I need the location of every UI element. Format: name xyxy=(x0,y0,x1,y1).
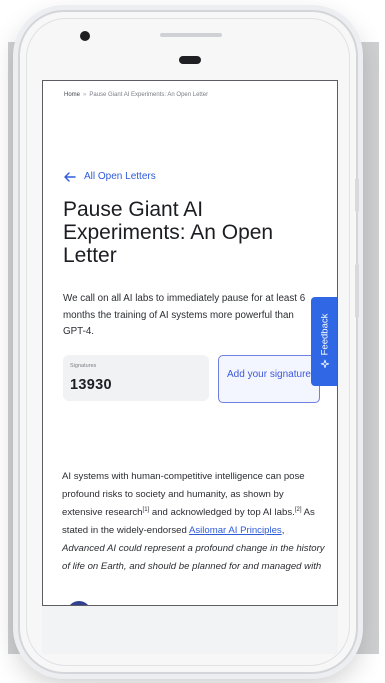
all-open-letters-link[interactable]: All Open Letters xyxy=(64,171,156,182)
body-text-segment: and acknowledged by top AI labs. xyxy=(149,507,295,518)
asilomar-quote: Advanced AI could represent a profound c… xyxy=(62,543,325,572)
phone-screen[interactable]: Home» Pause Giant AI Experiments: An Open… xyxy=(42,80,338,606)
sparkle-icon xyxy=(320,359,330,369)
breadcrumb-home-link[interactable]: Home xyxy=(64,92,80,98)
asilomar-principles-link[interactable]: Asilomar AI Principles xyxy=(189,525,282,536)
breadcrumb: Home» Pause Giant AI Experiments: An Open… xyxy=(64,92,208,98)
phone-volume-button xyxy=(355,264,359,318)
feedback-tab-content: Feedback xyxy=(320,314,331,369)
proximity-sensor xyxy=(179,56,201,64)
page-title: Pause Giant AI Experiments: An Open Lett… xyxy=(63,198,274,267)
stage: Home» Pause Giant AI Experiments: An Open… xyxy=(0,0,385,683)
signatures-label: Signatures xyxy=(70,363,97,369)
signatures-count: 13930 xyxy=(70,377,112,393)
feedback-label: Feedback xyxy=(319,313,331,356)
add-signature-button[interactable]: Add your signature xyxy=(218,355,320,403)
speaker-grille xyxy=(160,33,222,37)
camera-icon xyxy=(80,31,90,41)
letter-body-paragraph: AI systems with human-competitive intell… xyxy=(62,468,326,576)
back-link-label: All Open Letters xyxy=(84,171,156,182)
signatures-counter: Signatures 13930 xyxy=(63,355,209,401)
avatar xyxy=(67,601,91,605)
body-text-segment: , xyxy=(281,525,285,536)
phone-chin xyxy=(42,606,338,654)
breadcrumb-current: Pause Giant AI Experiments: An Open Lett… xyxy=(89,92,209,98)
phone-side-button xyxy=(355,178,359,212)
breadcrumb-separator: » xyxy=(83,92,87,98)
arrow-left-icon xyxy=(64,171,76,182)
intro-paragraph: We call on all AI labs to immediately pa… xyxy=(63,293,306,337)
feedback-tab[interactable]: Feedback xyxy=(311,297,337,386)
